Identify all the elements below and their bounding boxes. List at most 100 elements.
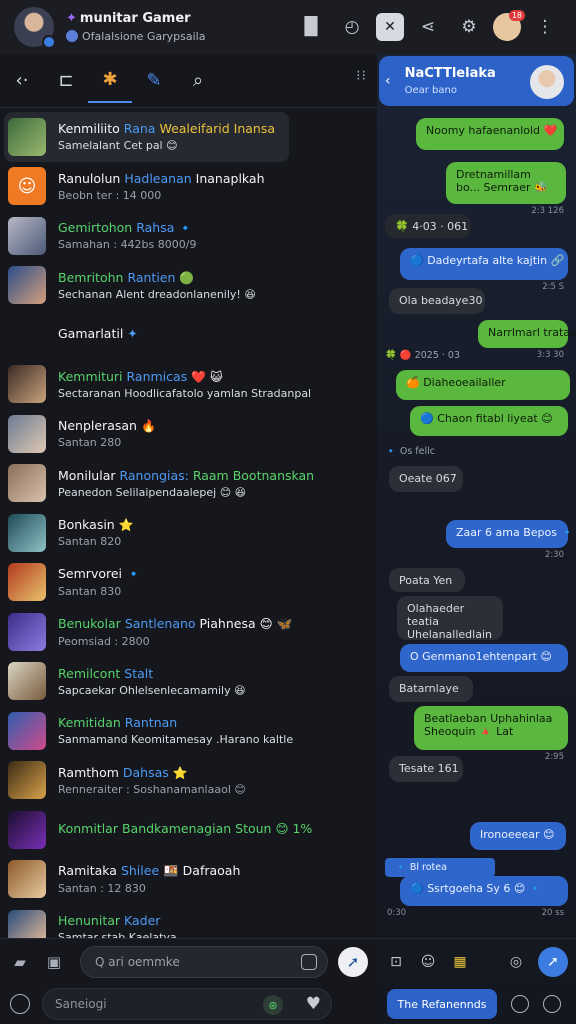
chat-contact-status: Oear bano — [404, 85, 457, 96]
message-bubble[interactable]: Zaar 6 ama Bepos 🔹 — [446, 520, 574, 548]
message-bubble[interactable]: 🔵 Dadeyrtafa alte kajtin 🔗 — [400, 248, 568, 280]
conversation-item[interactable]: ☺ Ranulolun Hadleanan Inanaplkah Beobn t… — [0, 162, 377, 212]
conversation-pane: ‹· ⊏ ✱ ✎ ⌕ ⁝⁝ Kenmiliito Rana Wealeifari… — [0, 54, 377, 1024]
compose-button[interactable]: ➚ — [338, 946, 368, 977]
left-toolbar: ‹· ⊏ ✱ ✎ ⌕ ⁝⁝ — [0, 54, 377, 108]
avatar — [8, 860, 46, 899]
top-bar: ✦ munitar Gamer Ofalalsione Garypsaila ▐▌… — [0, 0, 576, 54]
left-compose-bar: ▰ ▣ Q ari oemmke ➚ — [0, 938, 377, 984]
message-bubble[interactable]: Narrlmarl tratas — [478, 320, 576, 348]
message-bubble[interactable]: 🔵 Ssrtgoeha Sy 6 😊 🔹 — [400, 876, 568, 906]
message-time: 2:5 S — [542, 282, 564, 292]
avatar — [8, 761, 46, 800]
message-time: 2:30 — [544, 550, 564, 560]
message-bubble[interactable]: 🔵 Chaon fitabl liyeat 😊 — [410, 406, 568, 436]
conversation-item[interactable]: Bonkasin ⭐ Santan 820 — [0, 508, 377, 558]
conversation-item[interactable]: Remilcont Stalt Sapcaekar Ohlelsenlecama… — [0, 657, 377, 707]
profile-avatar[interactable] — [14, 7, 56, 49]
attach-icon[interactable]: ⊡ — [383, 949, 409, 975]
search-icon[interactable]: ⌕ — [176, 59, 220, 103]
message-bubble[interactable]: Beatlaeban Uphahinlaa Sheoquin 🔺 Lat — [414, 706, 568, 750]
conversation-item[interactable]: Semrvorei 🔹 Santan 830 — [0, 558, 377, 608]
message-bubble[interactable]: Ola beadaye30 — [389, 288, 485, 314]
message-bubble[interactable]: Noomy hafaenanlold ❤️ — [416, 118, 564, 150]
conversation-item[interactable]: Benukolar Santlenano Piahnesa 😊 🦋 Peomsi… — [0, 607, 377, 657]
avatar — [8, 612, 46, 651]
chat-pane: ‹ NaCTTlelaka Oear bano Noomy hafaenanlo… — [377, 54, 576, 1024]
message-time: 2:3 126 — [531, 206, 564, 216]
send-button[interactable]: ➚ — [538, 947, 568, 977]
app-subtitle: Ofalalsione Garypsaila — [66, 30, 256, 43]
camera-icon[interactable] — [301, 953, 317, 970]
avatar — [8, 513, 46, 552]
chat-contact-avatar[interactable] — [530, 65, 564, 99]
back-icon[interactable]: ‹ — [385, 73, 391, 89]
sticker-icon[interactable]: ▦ — [447, 949, 473, 975]
emoji-icon[interactable]: ☺ — [415, 949, 441, 975]
primary-action-button[interactable]: The Refanennds — [387, 989, 497, 1019]
more-icon[interactable]: ⋮ — [528, 10, 562, 44]
avatar — [8, 464, 46, 503]
message-bubble[interactable]: O Genmano1ehtenpart 😊 — [400, 644, 568, 672]
clock-icon[interactable]: ◴ — [335, 10, 369, 44]
profile-icon[interactable]: 18 — [493, 10, 525, 41]
bookmark-icon[interactable]: ⊏ — [44, 59, 88, 103]
message-time: 2:95 — [544, 752, 564, 762]
conversation-list: Kenmiliito Rana Wealeifarid Inansa Samel… — [0, 110, 377, 954]
avatar — [8, 810, 46, 849]
archive-icon[interactable]: ▣ — [40, 948, 68, 976]
message-bubble[interactable]: Tesate 161 — [389, 756, 463, 782]
app-title: ✦ munitar Gamer — [66, 11, 191, 26]
conversation-item[interactable]: Kemitidan Rantnan Sanmamand Keomitamesay… — [0, 706, 377, 756]
status-input[interactable]: Saneiogi ⊛ ♥ — [42, 988, 332, 1020]
chat-compose-bar: ⊡ ☺ ▦ ◎ ➚ — [377, 938, 576, 984]
conversation-item[interactable]: Kemmituri Ranmicas ❤️ 😺 Sectaranan Hoodl… — [0, 360, 377, 410]
edit-icon[interactable]: ✎ — [132, 59, 176, 103]
globe-icon[interactable]: ⊛ — [263, 995, 283, 1015]
conversation-item[interactable]: Ramitaka Shilee 🍱 Dafraoah Santan : 12 8… — [0, 855, 377, 905]
date-line: 🍀 🔴 2025 · 03 — [385, 350, 461, 361]
back-icon[interactable]: ‹· — [0, 59, 44, 103]
system-line: 🍀 4·03 · 061 — [385, 214, 471, 238]
message-time: 3:3 30 — [536, 350, 564, 360]
message-bubble[interactable]: Ironoeeear 😊 — [470, 822, 566, 850]
clock-icon[interactable] — [511, 995, 529, 1013]
search-input[interactable]: Q ari oemmke — [80, 945, 328, 978]
conversation-item[interactable]: Bemritohn Rantien 🟢 Sechanan Alent dread… — [0, 261, 377, 311]
close-icon[interactable]: ✕ — [376, 13, 404, 41]
left-status-bar: Saneiogi ⊛ ♥ — [0, 984, 377, 1024]
conversation-item[interactable]: Ramthom Dahsas ⭐ Renneraiter : Soshanama… — [0, 756, 377, 806]
conversation-item[interactable]: Kenmiliito Rana Wealeifarid Inansa Samel… — [4, 112, 289, 162]
avatar — [8, 563, 46, 602]
avatar — [8, 117, 46, 156]
chat-contact-name: NaCTTlelaka — [404, 66, 496, 81]
status-dot-icon — [66, 30, 78, 42]
conversation-item[interactable]: Monilular Ranongias: Raam Bootnanskan Pe… — [0, 459, 377, 509]
message-time: 20 ss — [541, 908, 564, 918]
message-bubble[interactable]: Oeate 067 — [389, 466, 463, 492]
avatar — [8, 414, 46, 453]
conversation-item[interactable]: Nenplerasan 🔥 Santan 280 — [0, 409, 377, 459]
clock-icon[interactable] — [10, 994, 30, 1014]
system-line: 🔹 Bl rotea — [385, 858, 495, 877]
heart-icon[interactable]: ♥ — [306, 994, 321, 1014]
chat-header[interactable]: ‹ NaCTTlelaka Oear bano — [379, 56, 574, 106]
apps-icon[interactable]: ✱ — [88, 59, 132, 103]
folder-icon[interactable]: ▰ — [6, 948, 34, 976]
message-bubble[interactable]: Batarnlaye — [389, 676, 473, 702]
grid-menu-icon[interactable]: ⁝⁝ — [356, 68, 367, 84]
settings-icon[interactable]: ⚙ — [452, 10, 486, 44]
message-bubble[interactable]: 🍊 Diaheoeailaller — [396, 370, 570, 400]
upload-icon[interactable] — [543, 995, 561, 1013]
message-bubble[interactable]: Olahaeder teatia Uhelanalledlain — [397, 596, 503, 641]
message-bubble[interactable]: Dretnamillam bo... Semraer 🐝 — [446, 162, 566, 204]
conversation-item[interactable]: Gamarlatil ✦ — [0, 310, 377, 360]
book-icon[interactable]: ▐▌ — [294, 10, 328, 44]
conversation-item[interactable]: Gemirtohon Rahsa 🔹 Samahan : 442bs 8000/… — [0, 211, 377, 261]
timer-icon[interactable]: ◎ — [503, 949, 529, 975]
share-icon[interactable]: ⋖ — [411, 10, 445, 44]
conversation-item[interactable]: Konmitlar Bandkamenagian Stoun 😊 1% — [0, 805, 377, 855]
notification-badge: 18 — [508, 10, 525, 21]
avatar — [8, 216, 46, 255]
message-bubble[interactable]: Poata Yen — [389, 568, 465, 592]
